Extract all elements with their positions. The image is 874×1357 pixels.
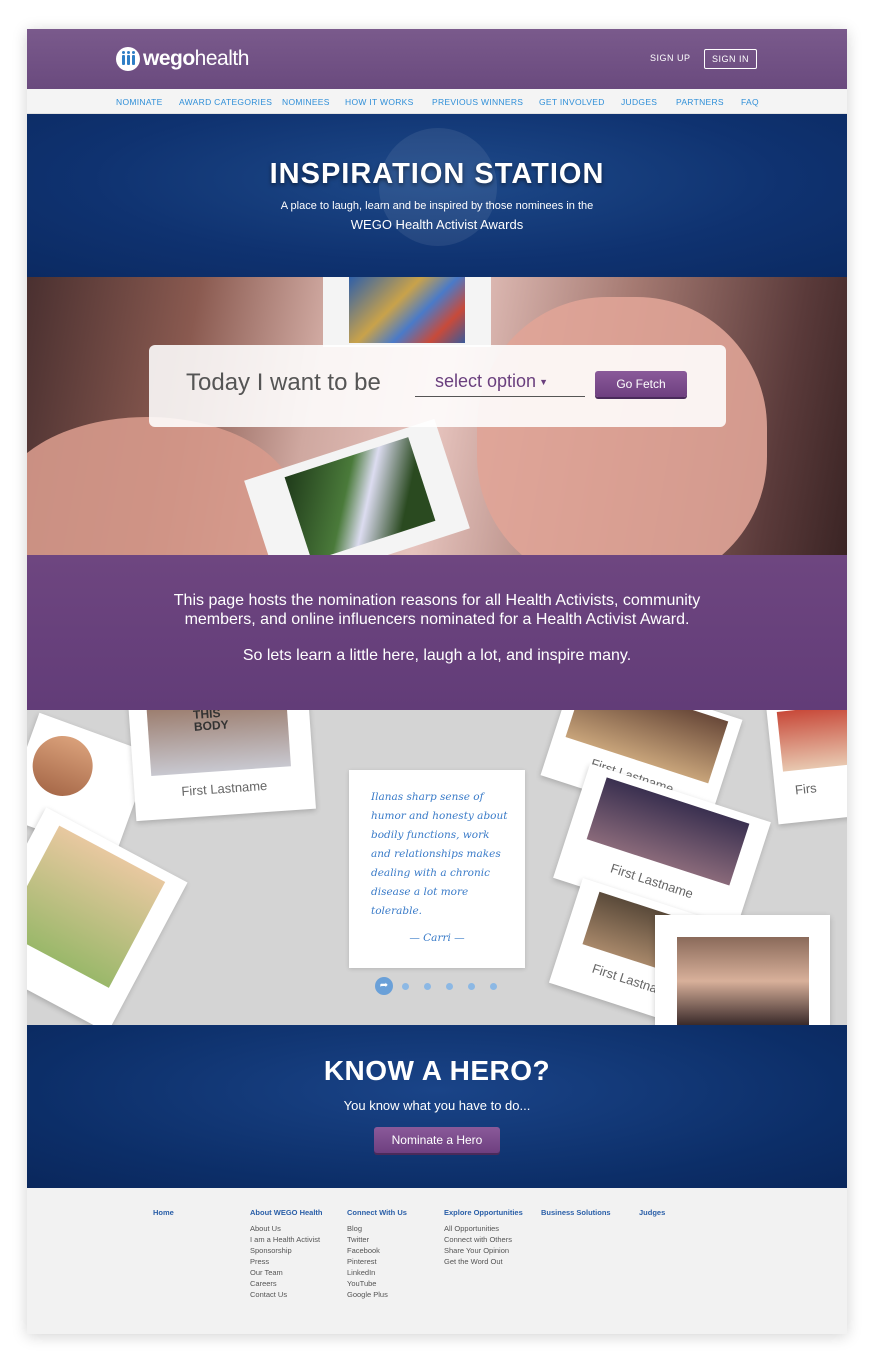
footer-link[interactable]: Contact Us [250,1289,323,1300]
wegohealth-logo[interactable]: wegohealth [116,46,249,72]
footer-col-about: About WEGO Health About Us I am a Health… [250,1208,323,1300]
nominee-photo [27,825,166,988]
intro-line: members, and online influencers nominate… [184,611,690,628]
page-frame: wegohealth SIGN UP SIGN IN NOMINATE AWAR… [27,29,847,1334]
logo-people-icon [116,47,140,71]
intro-tagline: So lets learn a little here, laugh a lot… [242,647,632,664]
footer-col-home: Home [153,1208,174,1223]
main-nav: NOMINATE AWARD CATEGORIES NOMINEES HOW I… [27,89,847,114]
footer-link[interactable]: All Opportunities [444,1223,523,1234]
nav-item-previous-winners[interactable]: PREVIOUS WINNERS [432,97,523,107]
quote-card: Ilanas sharp sense of humor and honesty … [349,770,525,968]
footer-col-business: Business Solutions [541,1208,611,1223]
nominee-card[interactable] [655,915,830,1025]
hero-subtitle: A place to laugh, learn and be inspired … [280,200,594,212]
footer-link[interactable]: Press [250,1256,323,1267]
footer-link[interactable]: Careers [250,1278,323,1289]
role-select-value: select option [435,371,537,391]
carousel-dot[interactable] [468,983,475,990]
nominate-hero-button[interactable]: Nominate a Hero [374,1127,500,1153]
nominee-card[interactable]: Firs [765,710,847,825]
hero-title: INSPIRATION STATION [269,158,605,190]
footer-link[interactable]: YouTube [347,1278,407,1289]
fetch-form: Today I want to be select option ▼ Go Fet… [149,345,726,427]
slide-photo-image [349,277,465,343]
footer-heading[interactable]: Connect With Us [347,1208,407,1217]
sign-up-link[interactable]: SIGN UP [650,53,691,63]
footer-link[interactable]: Share Your Opinion [444,1245,523,1256]
know-a-hero-section: KNOW A HERO? You know what you have to d… [27,1025,847,1188]
nav-item-how-it-works[interactable]: HOW IT WORKS [345,97,414,107]
nav-item-nominees[interactable]: NOMINEES [282,97,330,107]
cta-title: KNOW A HERO? [323,1055,551,1086]
footer-link[interactable]: LinkedIn [347,1267,407,1278]
quote-author: — Carri — [409,932,465,944]
nav-item-partners[interactable]: PARTNERS [676,97,724,107]
nominee-photo [677,937,809,1025]
role-select[interactable]: select option ▼ [415,371,585,397]
footer-link[interactable]: Sponsorship [250,1245,323,1256]
footer-heading[interactable]: Business Solutions [541,1208,611,1217]
footer-link[interactable]: Pinterest [347,1256,407,1267]
go-fetch-button[interactable]: Go Fetch [595,371,687,397]
cta-subtitle: You know what you have to do... [343,1098,531,1113]
nominee-card[interactable]: THIS BODY First Lastname [128,710,316,822]
nominee-card[interactable]: me [27,807,188,1025]
footer-link[interactable]: Get the Word Out [444,1256,523,1267]
slides-photo-banner: Today I want to be select option ▼ Go Fet… [27,277,847,555]
hero-subtitle-awards: WEGO Health Activist Awards [350,217,524,232]
nav-item-judges[interactable]: JUDGES [621,97,657,107]
shirt-text: THIS BODY [192,710,230,734]
carousel-dot[interactable] [490,983,497,990]
testimonial-wall: THIS BODY First Lastname me First Lastna… [27,710,847,1025]
footer-link[interactable]: Blog [347,1223,407,1234]
top-bar: wegohealth SIGN UP SIGN IN [27,29,847,89]
nav-item-faq[interactable]: FAQ [741,97,759,107]
share-arrow-icon[interactable]: ➦ [375,977,393,995]
footer-link[interactable]: Our Team [250,1267,323,1278]
footer-link[interactable]: I am a Health Activist [250,1234,323,1245]
nav-item-award-categories[interactable]: AWARD CATEGORIES [179,97,272,107]
sign-in-button[interactable]: SIGN IN [704,49,757,69]
logo-text: wegohealth [143,47,249,70]
footer-link[interactable]: Connect with Others [444,1234,523,1245]
carousel-dot[interactable] [402,983,409,990]
nominee-photo [27,727,102,805]
nominee-photo [776,710,847,772]
carousel-dot[interactable] [446,983,453,990]
footer-link[interactable]: Twitter [347,1234,407,1245]
nominee-photo: THIS BODY [146,710,291,776]
footer-link[interactable]: Google Plus [347,1289,407,1300]
footer-heading[interactable]: Explore Opportunities [444,1208,523,1217]
footer-link[interactable]: Facebook [347,1245,407,1256]
footer: Home About WEGO Health About Us I am a H… [27,1188,847,1334]
intro-line: This page hosts the nomination reasons f… [173,592,701,609]
carousel-dot[interactable] [424,983,431,990]
nominee-name: First Lastname [180,777,268,799]
nominee-name: Firs [794,780,818,798]
footer-heading[interactable]: About WEGO Health [250,1208,323,1217]
footer-link[interactable]: About Us [250,1223,323,1234]
hero-banner: INSPIRATION STATION A place to laugh, le… [27,114,847,277]
footer-col-connect: Connect With Us Blog Twitter Facebook Pi… [347,1208,407,1300]
fetch-label: Today I want to be [186,369,381,396]
nav-item-nominate[interactable]: NOMINATE [116,97,163,107]
caret-down-icon: ▼ [539,377,548,388]
quote-text: Ilanas sharp sense of humor and honesty … [371,791,508,917]
footer-col-explore: Explore Opportunities All Opportunities … [444,1208,523,1267]
footer-col-judges: Judges [639,1208,665,1223]
footer-heading[interactable]: Home [153,1208,174,1217]
footer-heading[interactable]: Judges [639,1208,665,1217]
nav-item-get-involved[interactable]: GET INVOLVED [539,97,605,107]
intro-message: This page hosts the nomination reasons f… [27,555,847,710]
